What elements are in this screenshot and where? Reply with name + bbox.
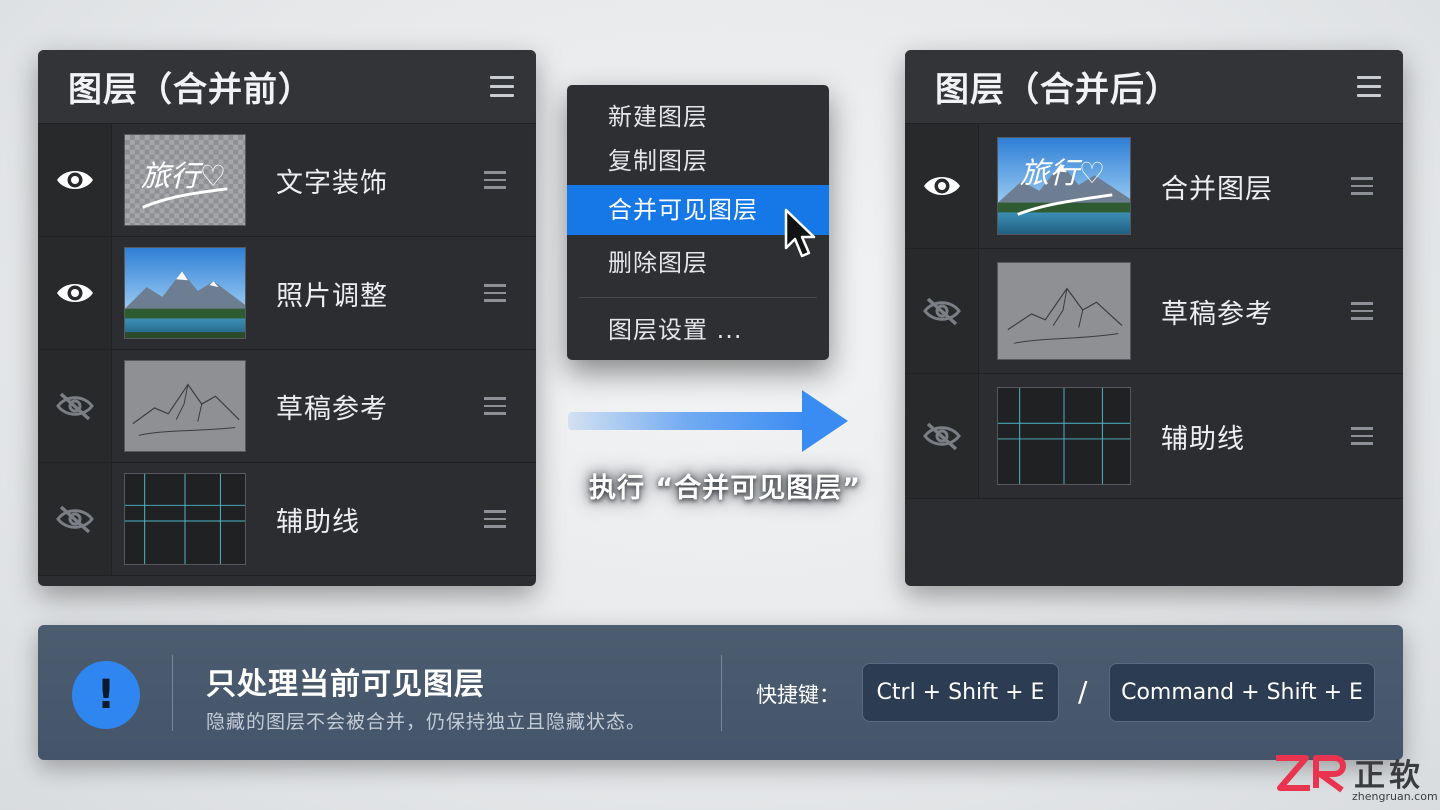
arrow-caption: 执行 “合并可见图层” bbox=[589, 473, 861, 504]
drag-handle-icon[interactable] bbox=[484, 510, 506, 528]
layer-name: 文字装饰 bbox=[276, 167, 388, 199]
visibility-toggle[interactable] bbox=[38, 237, 112, 349]
panel-title: 图层（合并前） bbox=[68, 70, 313, 110]
layer-name: 辅助线 bbox=[1161, 423, 1245, 455]
eye-off-icon[interactable] bbox=[55, 390, 95, 422]
layer-thumbnail bbox=[997, 262, 1131, 360]
notice-description: 隐藏的图层不会被合并，仍保持独立且隐藏状态。 bbox=[206, 711, 647, 733]
info-icon: ! bbox=[72, 661, 140, 729]
eye-off-icon[interactable] bbox=[922, 420, 962, 452]
visibility-toggle[interactable] bbox=[905, 374, 979, 498]
drag-handle-icon[interactable] bbox=[1351, 177, 1373, 195]
menu-divider bbox=[579, 297, 817, 298]
layer-row-photo-adjust[interactable]: 照片调整 bbox=[38, 237, 536, 350]
layer-name: 合并图层 bbox=[1161, 173, 1273, 205]
menu-icon[interactable] bbox=[1357, 76, 1381, 97]
layer-row-guides[interactable]: 辅助线 bbox=[905, 374, 1403, 499]
layer-row-text-decoration[interactable]: 旅行♡ 文字装饰 bbox=[38, 124, 536, 237]
visibility-toggle[interactable] bbox=[38, 463, 112, 575]
thumbnail-text: 旅行♡ bbox=[141, 159, 226, 193]
drag-handle-icon[interactable] bbox=[1351, 427, 1373, 445]
panel-title: 图层（合并后） bbox=[935, 70, 1180, 110]
divider bbox=[172, 655, 173, 731]
eye-off-icon[interactable] bbox=[922, 295, 962, 327]
visibility-toggle[interactable] bbox=[38, 350, 112, 462]
thumbnail-text: 旅行♡ bbox=[1020, 156, 1106, 190]
layer-row-guides[interactable]: 辅助线 bbox=[38, 463, 536, 576]
watermark-domain: zhengruan.com bbox=[1352, 790, 1438, 803]
notice-title: 只处理当前可见图层 bbox=[206, 667, 485, 702]
eye-off-icon[interactable] bbox=[55, 503, 95, 535]
eye-icon[interactable] bbox=[55, 166, 95, 194]
layer-thumbnail: 旅行♡ bbox=[997, 137, 1131, 235]
visibility-toggle[interactable] bbox=[905, 249, 979, 373]
drag-handle-icon[interactable] bbox=[484, 397, 506, 415]
panel-header: 图层（合并后） bbox=[905, 50, 1403, 124]
menu-item-duplicate-layer[interactable]: 复制图层 bbox=[567, 139, 829, 183]
layers-panel-after: 图层（合并后） 旅行♡ 合并图层 草稿参考 辅助线 bbox=[905, 50, 1403, 586]
layer-name: 草稿参考 bbox=[276, 393, 388, 425]
layer-row-sketch-reference[interactable]: 草稿参考 bbox=[38, 350, 536, 463]
layer-thumbnail bbox=[124, 247, 246, 339]
layer-thumbnail: 旅行♡ bbox=[124, 134, 246, 226]
visibility-toggle[interactable] bbox=[905, 124, 979, 248]
drag-handle-icon[interactable] bbox=[1351, 302, 1373, 320]
drag-handle-icon[interactable] bbox=[484, 171, 506, 189]
eye-icon[interactable] bbox=[55, 279, 95, 307]
logo-icon bbox=[1276, 755, 1346, 793]
shortcut-key-mac: Command + Shift + E bbox=[1109, 663, 1375, 722]
shortcut-key-windows: Ctrl + Shift + E bbox=[862, 663, 1059, 722]
menu-item-layer-settings[interactable]: 图层设置 ... bbox=[567, 308, 829, 352]
watermark-logo: 正软 zhengruan.com bbox=[1272, 750, 1438, 806]
layers-panel-before: 图层（合并前） 旅行♡ 文字装饰 照片调整 草稿参考 辅助线 bbox=[38, 50, 536, 586]
layer-thumbnail bbox=[124, 473, 246, 565]
layer-name: 辅助线 bbox=[276, 506, 360, 538]
shortcut-separator: / bbox=[1078, 675, 1088, 708]
eye-icon[interactable] bbox=[922, 172, 962, 200]
layer-row-merged[interactable]: 旅行♡ 合并图层 bbox=[905, 124, 1403, 249]
visibility-toggle[interactable] bbox=[38, 124, 112, 236]
divider bbox=[721, 655, 722, 731]
layer-name: 草稿参考 bbox=[1161, 298, 1273, 330]
menu-item-new-layer[interactable]: 新建图层 bbox=[567, 95, 829, 139]
watermark-name: 正软 bbox=[1354, 758, 1424, 794]
menu-icon[interactable] bbox=[490, 76, 514, 97]
panel-header: 图层（合并前） bbox=[38, 50, 536, 124]
drag-handle-icon[interactable] bbox=[484, 284, 506, 302]
mouse-cursor-icon bbox=[784, 208, 816, 258]
shortcut-label: 快捷键： bbox=[756, 683, 840, 707]
notice-bar: ! 只处理当前可见图层 隐藏的图层不会被合并，仍保持独立且隐藏状态。 快捷键： … bbox=[38, 625, 1403, 760]
layer-row-sketch-reference[interactable]: 草稿参考 bbox=[905, 249, 1403, 374]
right-arrow-icon bbox=[568, 390, 848, 452]
layer-name: 照片调整 bbox=[276, 280, 388, 312]
layer-thumbnail bbox=[124, 360, 246, 452]
layer-thumbnail bbox=[997, 387, 1131, 485]
